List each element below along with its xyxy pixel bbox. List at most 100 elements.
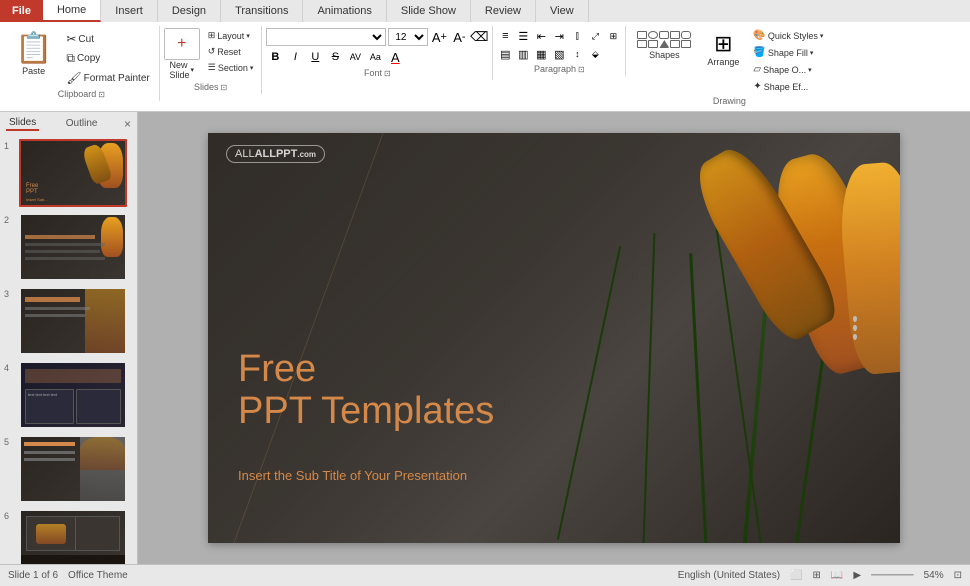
slide-img-5[interactable]: [19, 435, 127, 503]
format-painter-button[interactable]: 🖌 Format Painter: [61, 69, 154, 87]
stem-6: [557, 246, 621, 540]
slide-thumb-4[interactable]: 4 text text text text: [4, 361, 133, 429]
new-slide-icon: +: [164, 28, 200, 60]
numbering-button[interactable]: ☰: [515, 28, 531, 44]
drop-2: [853, 325, 857, 331]
decrease-indent-button[interactable]: ⇤: [533, 28, 549, 44]
strikethrough-button[interactable]: S: [326, 48, 344, 66]
slide-thumb-3[interactable]: 3: [4, 287, 133, 355]
slide-img-4[interactable]: text text text text: [19, 361, 127, 429]
slide-thumb-6[interactable]: 6: [4, 509, 133, 564]
shape-effects-label: Shape Ef...: [764, 82, 809, 92]
columns-button[interactable]: ⫿: [569, 28, 585, 44]
logo-bold-text: ALLPPT: [255, 148, 298, 160]
font-color-button[interactable]: A: [386, 48, 404, 66]
section-dropdown-icon[interactable]: ▾: [250, 64, 254, 72]
tab-slideshow[interactable]: Slide Show: [387, 0, 471, 22]
tab-design[interactable]: Design: [158, 0, 221, 22]
panel-close-button[interactable]: ×: [124, 117, 131, 131]
file-tab[interactable]: File: [0, 0, 43, 22]
outline-tab[interactable]: Outline: [63, 117, 101, 130]
bold-button[interactable]: B: [266, 48, 284, 66]
slide-num-2: 2: [4, 213, 16, 225]
shapes-button[interactable]: Shapes: [630, 28, 698, 63]
shape-1: [637, 31, 647, 39]
copy-button[interactable]: ⧉ Copy: [61, 49, 154, 68]
slide-thumb-1[interactable]: 1 FreePPT Insert Sub...: [4, 139, 133, 207]
fit-slide-icon[interactable]: ⊡: [954, 570, 962, 581]
slide-panel-header: Slides Outline ×: [4, 116, 133, 133]
para-row-1: ≡ ☰ ⇤ ⇥ ⫿ ⤢ ⊞: [497, 28, 621, 44]
align-left-button[interactable]: ▤: [497, 46, 513, 62]
align-right-button[interactable]: ▦: [533, 46, 549, 62]
arrange-button[interactable]: ⊞ Arrange: [700, 28, 746, 70]
convert-smartart-button[interactable]: ⬙: [587, 46, 603, 62]
zoom-slider[interactable]: ──────: [871, 570, 914, 581]
justify-button[interactable]: ▧: [551, 46, 567, 62]
reading-view-icon[interactable]: 📖: [831, 570, 843, 581]
align-center-button[interactable]: ▥: [515, 46, 531, 62]
arrange-label: Arrange: [707, 57, 739, 67]
tab-home[interactable]: Home: [43, 0, 101, 22]
flower-decoration: [500, 133, 900, 543]
cut-button[interactable]: ✂ Cut: [61, 30, 154, 48]
slide-thumb-5[interactable]: 5: [4, 435, 133, 503]
shape-effects-button[interactable]: ✦ Shape Ef...: [748, 79, 828, 94]
tab-view[interactable]: View: [536, 0, 589, 22]
reset-button[interactable]: ↺ Reset: [204, 44, 258, 59]
italic-button[interactable]: I: [286, 48, 304, 66]
line-spacing-button[interactable]: ↕: [569, 46, 585, 62]
slides-expand-icon[interactable]: ⊡: [220, 83, 227, 92]
paste-button[interactable]: 📋 Paste: [8, 28, 59, 79]
tab-insert[interactable]: Insert: [101, 0, 158, 22]
underline-button[interactable]: U: [306, 48, 324, 66]
status-bar: Slide 1 of 6 Office Theme English (Unite…: [0, 564, 970, 586]
clipboard-expand-icon[interactable]: ⊡: [98, 90, 105, 99]
decrease-font-size-button[interactable]: A-: [450, 28, 468, 46]
font-row-1: 12 A+ A- ⌫: [266, 28, 488, 46]
text-direction-button[interactable]: ⤢: [587, 28, 603, 44]
layout-button[interactable]: ⊞ Layout ▾: [204, 28, 258, 43]
shape-outline-button[interactable]: ▱ Shape O... ▾: [748, 62, 828, 77]
change-case-button[interactable]: Aa: [366, 48, 384, 66]
slide-thumb-2[interactable]: 2: [4, 213, 133, 281]
font-family-select[interactable]: [266, 28, 386, 46]
slide-img-2[interactable]: [19, 213, 127, 281]
new-slide-button[interactable]: + NewSlide ▾: [164, 28, 200, 80]
section-button[interactable]: ☰ Section ▾: [204, 60, 258, 75]
shape-outline-dropdown[interactable]: ▾: [808, 66, 812, 74]
slide-img-6[interactable]: [19, 509, 127, 564]
logo-suffix: .com: [297, 150, 316, 159]
quick-styles-button[interactable]: 🎨 Quick Styles ▾: [748, 28, 828, 43]
format-painter-icon: 🖌: [66, 71, 81, 85]
clear-formatting-button[interactable]: ⌫: [470, 28, 488, 46]
smartart-button[interactable]: ⊞: [605, 28, 621, 44]
drawing-group: Shapes ⊞ Arrange 🎨 Quick Styles ▾ 🪣 Shap…: [626, 26, 832, 108]
tab-review[interactable]: Review: [471, 0, 536, 22]
slide-img-1[interactable]: FreePPT Insert Sub...: [19, 139, 127, 207]
font-size-select[interactable]: 12: [388, 28, 428, 46]
shape-9: [670, 40, 680, 48]
slides-tab[interactable]: Slides: [6, 116, 39, 131]
layout-dropdown-icon[interactable]: ▾: [246, 32, 250, 40]
new-slide-dropdown-icon[interactable]: ▾: [190, 66, 194, 74]
tab-animations[interactable]: Animations: [303, 0, 386, 22]
bullets-button[interactable]: ≡: [497, 28, 513, 44]
slide-container[interactable]: ALLALLPPT.com Free PPT Templates Insert …: [208, 133, 900, 543]
slide-img-3[interactable]: [19, 287, 127, 355]
slide-subtitle[interactable]: Insert the Sub Title of Your Presentatio…: [238, 468, 467, 483]
slide-sorter-icon[interactable]: ⊞: [813, 570, 821, 581]
slideshow-icon[interactable]: ▶: [853, 570, 861, 581]
shape-fill-dropdown[interactable]: ▾: [810, 49, 814, 57]
tab-transitions[interactable]: Transitions: [221, 0, 303, 22]
font-expand-icon[interactable]: ⊡: [384, 69, 391, 78]
paragraph-expand-icon[interactable]: ⊡: [578, 65, 585, 74]
char-spacing-button[interactable]: AV: [346, 48, 364, 66]
shape-fill-button[interactable]: 🪣 Shape Fill ▾: [748, 45, 828, 60]
increase-indent-button[interactable]: ⇥: [551, 28, 567, 44]
quick-styles-dropdown[interactable]: ▾: [820, 32, 824, 40]
slide-title[interactable]: Free PPT Templates: [238, 349, 494, 433]
slide-num-6: 6: [4, 509, 16, 521]
increase-font-size-button[interactable]: A+: [430, 28, 448, 46]
normal-view-icon[interactable]: ⬜: [790, 570, 802, 581]
